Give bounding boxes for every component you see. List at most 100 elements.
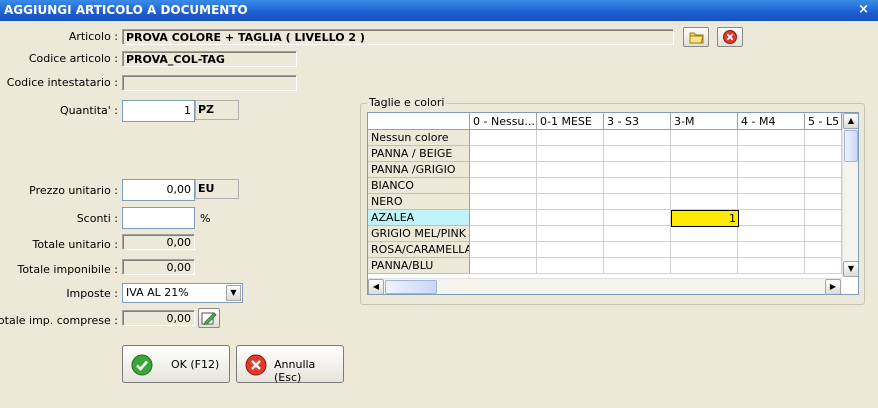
grid-cell[interactable] [537, 258, 604, 274]
sconti-input[interactable] [122, 207, 195, 229]
grid-cell[interactable] [805, 178, 842, 194]
grid-cell[interactable] [604, 258, 671, 274]
grid-cell[interactable] [537, 146, 604, 162]
scroll-right-icon[interactable]: ▶ [825, 279, 841, 294]
grid-cell[interactable] [671, 162, 738, 178]
grid-cell[interactable] [671, 226, 738, 242]
quantita-label: Quantita' : [60, 104, 118, 117]
column-header[interactable]: 0-1 MESE [537, 113, 604, 130]
grid-cell[interactable] [604, 226, 671, 242]
grid-cell[interactable] [738, 210, 805, 226]
grid-cell[interactable] [805, 194, 842, 210]
column-header[interactable]: 5 - L5 [805, 113, 842, 130]
grid-cell[interactable] [671, 178, 738, 194]
grid-cell[interactable] [537, 194, 604, 210]
horizontal-scroll-thumb[interactable] [385, 280, 437, 294]
grid-cell[interactable] [470, 130, 537, 146]
annulla-button[interactable]: Annulla (Esc) [236, 345, 344, 384]
grid-cell[interactable] [470, 194, 537, 210]
grid-cell[interactable] [537, 178, 604, 194]
grid-cell[interactable] [470, 146, 537, 162]
column-header[interactable]: 3-M [671, 113, 738, 130]
grid-cell[interactable] [537, 210, 604, 226]
grid-corner [368, 113, 470, 130]
grid-cell[interactable] [671, 194, 738, 210]
grid-cell[interactable] [738, 130, 805, 146]
scroll-down-icon[interactable]: ▼ [843, 261, 858, 277]
grid-cell[interactable] [604, 178, 671, 194]
grid-cell[interactable] [604, 242, 671, 258]
grid-cell[interactable] [604, 162, 671, 178]
close-icon[interactable]: × [858, 2, 869, 17]
grid-cell[interactable] [805, 258, 842, 274]
grid-cell[interactable] [671, 130, 738, 146]
grid-cell[interactable] [470, 242, 537, 258]
column-header[interactable]: 0 - Nessu... [470, 113, 537, 130]
grid-cell[interactable] [470, 178, 537, 194]
grid-cell[interactable] [604, 210, 671, 226]
row-header[interactable]: PANNA /GRIGIO [368, 162, 470, 178]
quantita-unit: PZ [195, 100, 239, 120]
prezzo-unit: EU [195, 179, 239, 199]
column-header[interactable]: 3 - S3 [604, 113, 671, 130]
grid-cell[interactable] [470, 162, 537, 178]
grid-cell[interactable] [805, 242, 842, 258]
grid-cell[interactable] [604, 146, 671, 162]
sconti-unit: % [200, 212, 211, 225]
grid-cell[interactable] [805, 146, 842, 162]
vertical-scroll-thumb[interactable] [844, 130, 858, 162]
grid-cell[interactable] [604, 194, 671, 210]
grid-cell[interactable] [470, 210, 537, 226]
articolo-label: Articolo : [68, 30, 118, 43]
row-header[interactable]: PANNA / BEIGE [368, 146, 470, 162]
grid-cell[interactable] [738, 194, 805, 210]
grid-cell[interactable] [537, 242, 604, 258]
row-header[interactable]: GRIGIO MEL/PINK [368, 226, 470, 242]
grid-cell[interactable] [671, 258, 738, 274]
edit-total-button[interactable] [198, 308, 220, 328]
scroll-left-icon[interactable]: ◀ [368, 279, 384, 294]
grid-cell-selected[interactable]: 1 [671, 210, 739, 227]
grid-cell[interactable] [805, 162, 842, 178]
delete-icon [723, 30, 737, 44]
grid-cell[interactable] [738, 258, 805, 274]
row-header[interactable]: BIANCO [368, 178, 470, 194]
check-icon [131, 354, 153, 379]
row-header[interactable]: PANNA/BLU [368, 258, 470, 274]
scroll-up-icon[interactable]: ▲ [843, 113, 858, 129]
grid-cell[interactable] [738, 162, 805, 178]
horizontal-scrollbar[interactable]: ◀ ▶ [368, 278, 842, 294]
grid-cell[interactable] [805, 130, 842, 146]
grid-cell[interactable] [738, 146, 805, 162]
grid-cell[interactable] [738, 226, 805, 242]
clear-articolo-button[interactable] [717, 27, 743, 47]
grid-cell[interactable] [537, 162, 604, 178]
row-header[interactable]: Nessun colore [368, 130, 470, 146]
taglie-colori-grid[interactable]: 0 - Nessu... 0-1 MESE 3 - S3 3-M 4 - M4 … [367, 112, 859, 295]
ok-button-label: OK (F12) [171, 358, 220, 371]
grid-cell[interactable] [604, 130, 671, 146]
grid-cell[interactable] [470, 226, 537, 242]
grid-cell[interactable] [805, 226, 842, 242]
imposte-select[interactable]: IVA AL 21% ▼ [122, 283, 243, 303]
row-header-selected[interactable]: AZALEA [368, 210, 470, 226]
quantita-input[interactable]: 1 [122, 100, 195, 122]
grid-cell[interactable] [671, 146, 738, 162]
vertical-scrollbar[interactable]: ▲ ▼ [842, 113, 858, 277]
grid-cell[interactable] [671, 242, 738, 258]
ok-button[interactable]: OK (F12) [122, 345, 230, 383]
grid-cell[interactable] [537, 130, 604, 146]
open-folder-button[interactable] [683, 27, 709, 47]
grid-cell[interactable] [738, 242, 805, 258]
column-header[interactable]: 4 - M4 [738, 113, 805, 130]
grid-cell[interactable] [470, 258, 537, 274]
row-header[interactable]: NERO [368, 194, 470, 210]
chevron-down-icon[interactable]: ▼ [226, 285, 241, 301]
window-title: AGGIUNGI ARTICOLO A DOCUMENTO [4, 3, 248, 17]
row-header[interactable]: ROSA/CARAMELLA [368, 242, 470, 258]
grid-cell[interactable] [738, 178, 805, 194]
imposte-label: Imposte : [66, 287, 118, 300]
grid-cell[interactable] [537, 226, 604, 242]
prezzo-input[interactable]: 0,00 [122, 179, 195, 201]
grid-cell[interactable] [805, 210, 842, 226]
